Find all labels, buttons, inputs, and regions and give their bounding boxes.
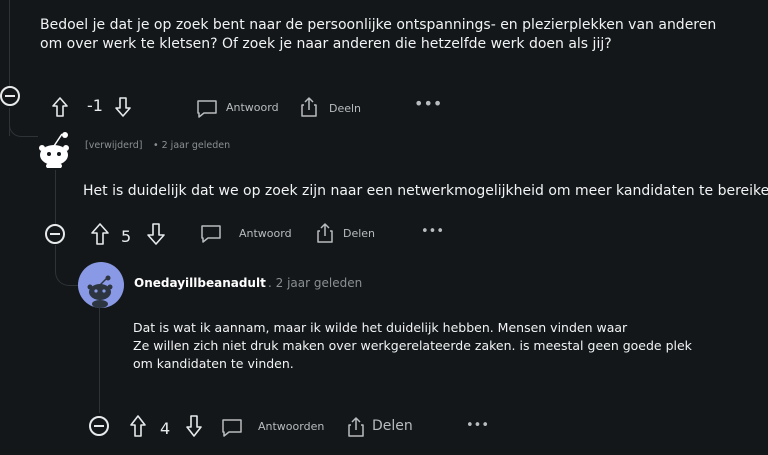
downvote-icon[interactable] bbox=[114, 96, 132, 118]
share-button[interactable]: Delen bbox=[343, 227, 375, 240]
comment-3-line-2: Ze willen zich niet druk maken over werk… bbox=[133, 338, 692, 353]
comment-2-body: Het is duidelijk dat we op zoek zijn naa… bbox=[83, 183, 768, 199]
share-button[interactable]: Delen bbox=[372, 418, 413, 434]
comment-bubble-icon[interactable] bbox=[196, 99, 218, 119]
thread-line-level2 bbox=[55, 170, 56, 225]
comment-bubble-icon[interactable] bbox=[221, 418, 243, 438]
thread-line-level3 bbox=[99, 305, 100, 413]
collapse-thread-button[interactable] bbox=[0, 86, 20, 106]
thread-connector-reply1 bbox=[9, 120, 38, 137]
comment-1-body: Bedoel je dat je op zoek bent naar de pe… bbox=[40, 17, 717, 52]
comment-author[interactable]: Onedayillbeanadult bbox=[134, 276, 266, 290]
comment-3-body: Dat is wat ik aannam, maar ik wilde het … bbox=[133, 319, 692, 373]
avatar bbox=[78, 262, 124, 308]
vote-score: 4 bbox=[160, 419, 171, 438]
upvote-icon[interactable] bbox=[129, 414, 147, 438]
comment-3-line-3: om kandidaten te vinden. bbox=[133, 356, 294, 371]
vote-score: 5 bbox=[121, 227, 132, 246]
downvote-icon[interactable] bbox=[146, 222, 166, 246]
comment-3-line-1: Dat is wat ik aannam, maar ik wilde het … bbox=[133, 320, 628, 335]
reply-button[interactable]: Antwoorden bbox=[258, 420, 324, 433]
more-options-icon[interactable]: ••• bbox=[421, 224, 444, 239]
reply-button[interactable]: Antwoord bbox=[226, 101, 279, 114]
collapse-thread-button[interactable] bbox=[89, 416, 109, 436]
vote-score: -1 bbox=[87, 96, 103, 115]
share-icon[interactable] bbox=[315, 222, 335, 244]
upvote-icon[interactable] bbox=[51, 96, 69, 118]
comment-timestamp: • 2 jaar geleden bbox=[153, 140, 231, 151]
more-options-icon[interactable]: ••• bbox=[414, 94, 442, 113]
comment-author[interactable]: [verwijderd] bbox=[85, 140, 142, 151]
share-button[interactable]: Deeln bbox=[329, 102, 361, 115]
downvote-icon[interactable] bbox=[185, 414, 203, 438]
share-icon[interactable] bbox=[346, 416, 366, 438]
reply-button[interactable]: Antwoord bbox=[239, 227, 292, 240]
collapse-thread-button[interactable] bbox=[45, 224, 65, 244]
more-options-icon[interactable]: ••• bbox=[466, 418, 489, 433]
thread-line-root bbox=[9, 0, 10, 88]
comment-timestamp: . 2 jaar geleden bbox=[268, 276, 363, 290]
comment-bubble-icon[interactable] bbox=[200, 224, 222, 244]
avatar bbox=[38, 128, 70, 168]
upvote-icon[interactable] bbox=[90, 222, 110, 246]
share-icon[interactable] bbox=[299, 96, 319, 118]
